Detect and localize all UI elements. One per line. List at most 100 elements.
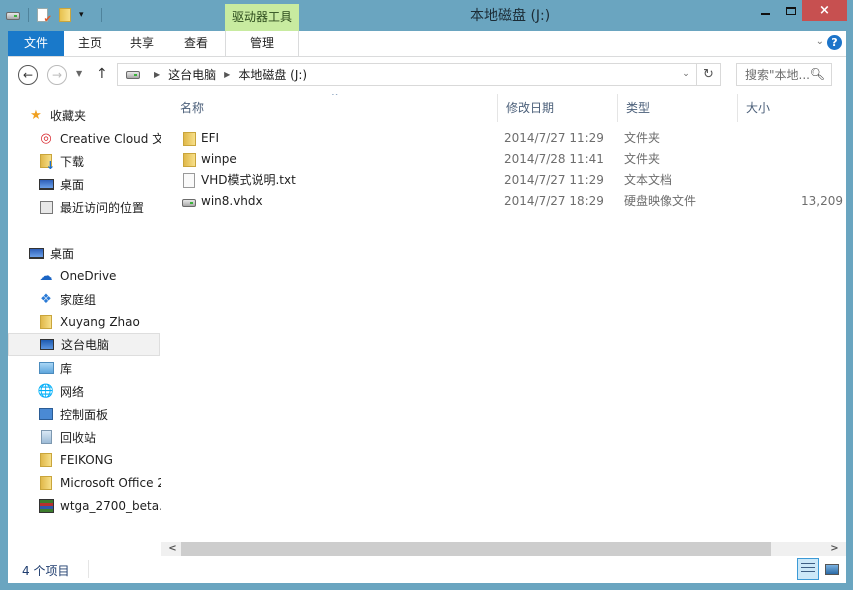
customize-dropdown-icon[interactable]: ▾ xyxy=(79,7,95,23)
properties-icon[interactable] xyxy=(35,7,52,25)
breadcrumb-local-disk[interactable]: 本地磁盘 (J:) xyxy=(238,66,307,83)
sidebar-item-homegroup[interactable]: ❖ 家庭组 xyxy=(8,288,160,310)
scrollbar-thumb[interactable] xyxy=(181,542,771,556)
sidebar-item-control-panel[interactable]: 控制面板 xyxy=(8,403,160,425)
sidebar-item-user[interactable]: Xuyang Zhao xyxy=(8,311,160,333)
refresh-button[interactable]: ↻ xyxy=(697,63,721,86)
navigation-pane: ★ 收藏夹 ◎ Creative Cloud 文 下载 桌面 最近访问的位置 桌… xyxy=(8,94,161,556)
breadcrumb-this-pc[interactable]: 这台电脑 xyxy=(168,66,216,83)
virtual-disk-icon xyxy=(181,194,197,210)
recent-places-icon xyxy=(38,199,54,215)
sidebar-item-label: 家庭组 xyxy=(60,292,97,307)
explorer-window: ▾ 驱动器工具 本地磁盘 (J:) × 文件 主页 共享 查看 管理 ⌄ ? ←… xyxy=(0,0,853,590)
new-folder-icon[interactable] xyxy=(57,7,73,23)
sidebar-item-recycle-bin[interactable]: 回收站 xyxy=(8,426,160,448)
control-panel-icon xyxy=(38,406,54,422)
file-row[interactable]: EFI 2014/7/27 11:29 文件夹 xyxy=(161,128,846,149)
file-row[interactable]: VHD模式说明.txt 2014/7/27 11:29 文本文档 xyxy=(161,170,846,191)
folder-icon xyxy=(181,152,197,168)
sidebar-item-label: 最近访问的位置 xyxy=(60,200,145,215)
file-row[interactable]: win8.vhdx 2014/7/27 18:29 硬盘映像文件 13,209 xyxy=(161,191,846,212)
search-input[interactable]: 搜索"本地... 🔍︎ xyxy=(736,63,832,86)
toolbar-separator xyxy=(101,8,102,22)
sidebar-item-this-pc[interactable]: 这台电脑 xyxy=(8,333,160,356)
navigation-bar: ← → ▼ ↑ ▶ 这台电脑 ▶ 本地磁盘 (J:) ⌄ ↻ 搜索"本地... … xyxy=(8,57,846,94)
column-header-type[interactable]: 类型 xyxy=(617,94,737,122)
large-icons-view-button[interactable] xyxy=(821,558,843,580)
scroll-right-icon[interactable]: > xyxy=(826,542,843,556)
sidebar-item-label: 下载 xyxy=(60,154,85,169)
expand-ribbon-icon[interactable]: ⌄ xyxy=(816,36,824,47)
drive-icon[interactable] xyxy=(6,7,22,23)
breadcrumb-separator[interactable]: ▶ xyxy=(154,70,160,79)
address-history-dropdown-icon[interactable]: ⌄ xyxy=(676,64,696,85)
sidebar-item-recent-places[interactable]: 最近访问的位置 xyxy=(8,196,160,218)
sidebar-item-libraries[interactable]: 库 xyxy=(8,357,160,379)
sidebar-item-wtga-archive[interactable]: wtga_2700_beta.z xyxy=(8,495,161,517)
file-size: 13,209 xyxy=(801,194,843,208)
sidebar-item-desktop[interactable]: 桌面 xyxy=(8,242,160,264)
sidebar-item-network[interactable]: 🌐 网络 xyxy=(8,380,160,402)
sidebar-item-label: FEIKONG xyxy=(60,453,113,467)
sidebar-item-label: 库 xyxy=(60,361,73,376)
sidebar-item-onedrive[interactable]: ☁ OneDrive xyxy=(8,265,160,287)
tab-manage[interactable]: 管理 xyxy=(225,31,299,56)
tab-home[interactable]: 主页 xyxy=(64,31,116,56)
creative-cloud-icon: ◎ xyxy=(40,130,52,146)
sidebar-item-creative-cloud[interactable]: ◎ Creative Cloud 文 xyxy=(8,127,161,149)
sidebar-item-desktop-favorite[interactable]: 桌面 xyxy=(8,173,160,195)
ribbon-tab-bar: 文件 主页 共享 查看 管理 ⌄ ? xyxy=(8,31,846,57)
desktop-icon xyxy=(38,176,54,192)
sidebar-item-downloads[interactable]: 下载 xyxy=(8,150,160,172)
file-name-cell: win8.vhdx xyxy=(181,191,263,212)
search-icon[interactable]: 🔍︎ xyxy=(810,67,825,81)
network-icon: 🌐 xyxy=(37,383,55,399)
file-type: 硬盘映像文件 xyxy=(624,194,697,208)
file-name: win8.vhdx xyxy=(201,194,263,208)
recycle-bin-icon xyxy=(38,429,54,445)
onedrive-icon: ☁ xyxy=(39,268,53,284)
forward-button[interactable]: → xyxy=(47,65,67,85)
folder-icon xyxy=(181,131,197,147)
text-file-icon xyxy=(181,173,197,189)
large-icons-view-icon xyxy=(825,563,839,575)
maximize-icon xyxy=(786,6,796,15)
tab-view[interactable]: 查看 xyxy=(168,31,224,56)
back-button[interactable]: ← xyxy=(18,65,38,85)
sidebar-item-label: 这台电脑 xyxy=(61,338,110,352)
scroll-left-icon[interactable]: < xyxy=(164,542,181,556)
close-button[interactable]: × xyxy=(802,0,847,21)
libraries-icon xyxy=(38,360,54,376)
file-list-pane: ^ 名称 修改日期 类型 大小 EFI 2014/7/27 11:29 文件夹 … xyxy=(161,94,846,556)
sidebar-item-label: 桌面 xyxy=(60,177,85,192)
sidebar-item-feikong[interactable]: FEIKONG xyxy=(8,449,160,471)
maximize-button[interactable] xyxy=(778,0,804,21)
folder-icon xyxy=(38,452,54,468)
column-header-date-modified[interactable]: 修改日期 xyxy=(497,94,617,122)
recent-locations-dropdown-icon[interactable]: ▼ xyxy=(76,69,82,78)
file-name: VHD模式说明.txt xyxy=(201,173,296,187)
help-icon[interactable]: ? xyxy=(827,35,842,50)
file-row[interactable]: winpe 2014/7/28 11:41 文件夹 xyxy=(161,149,846,170)
homegroup-icon: ❖ xyxy=(40,291,52,307)
horizontal-scrollbar[interactable]: < > xyxy=(161,542,846,556)
file-date: 2014/7/27 11:29 xyxy=(504,173,604,187)
column-header-name[interactable]: 名称 xyxy=(172,94,498,122)
column-header-size[interactable]: 大小 xyxy=(737,94,846,122)
sidebar-item-favorites[interactable]: ★ 收藏夹 xyxy=(8,104,160,126)
breadcrumb-separator[interactable]: ▶ xyxy=(224,70,230,79)
window-title: 本地磁盘 (J:) xyxy=(470,8,551,24)
sidebar-item-microsoft-office[interactable]: Microsoft Office 2 xyxy=(8,472,161,494)
up-button[interactable]: ↑ xyxy=(96,66,108,82)
address-bar[interactable]: ▶ 这台电脑 ▶ 本地磁盘 (J:) ⌄ xyxy=(117,63,697,86)
star-icon: ★ xyxy=(30,107,42,123)
sidebar-item-label: 回收站 xyxy=(60,430,97,445)
status-divider xyxy=(88,560,89,578)
details-view-button[interactable] xyxy=(797,558,819,580)
tab-share[interactable]: 共享 xyxy=(116,31,168,56)
this-pc-icon xyxy=(39,337,55,353)
minimize-button[interactable] xyxy=(752,0,778,21)
file-type: 文本文档 xyxy=(624,173,673,187)
tab-file[interactable]: 文件 xyxy=(8,31,64,56)
file-name-cell: EFI xyxy=(181,128,219,149)
